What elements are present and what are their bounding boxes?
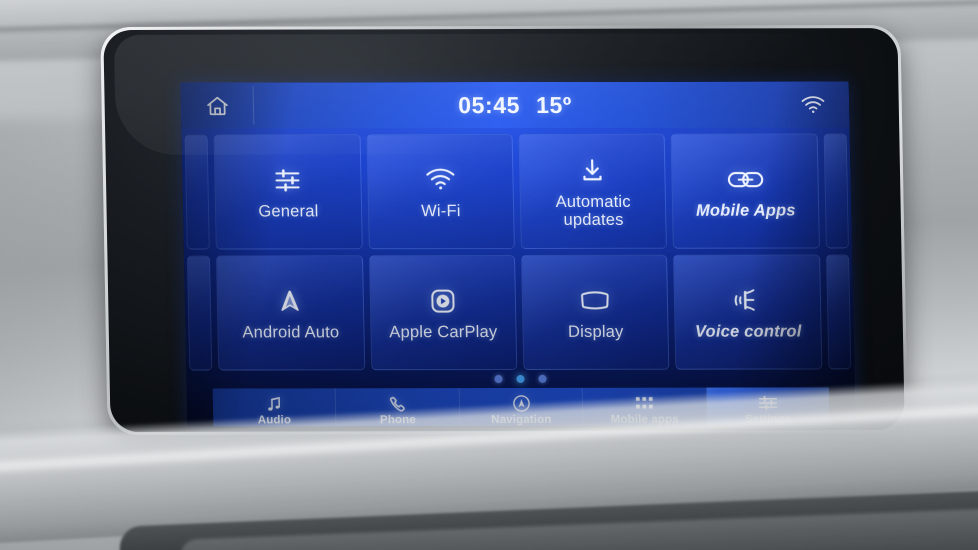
home-button[interactable] — [181, 93, 254, 118]
tile-label-mobile-apps: Mobile Apps — [695, 201, 796, 220]
display-icon — [578, 283, 613, 317]
tile-label-display: Display — [567, 322, 624, 341]
music-note-icon — [265, 394, 283, 413]
tile-column-1: General Android Auto — [211, 134, 368, 371]
wifi-status[interactable] — [777, 94, 849, 114]
tile-apple-carplay[interactable]: Apple CarPlay — [368, 255, 518, 371]
tile-wifi[interactable]: Wi-Fi — [366, 134, 515, 250]
page-indicator — [186, 369, 854, 388]
tile-partial-left-top[interactable] — [184, 134, 210, 250]
wifi-icon — [424, 163, 457, 197]
status-bar-center: 05:45 15º — [253, 91, 778, 119]
tile-label-general: General — [258, 201, 319, 221]
page-dot-3[interactable] — [538, 374, 547, 383]
page-dot-2[interactable] — [516, 374, 525, 383]
tile-automatic-updates[interactable]: Automatic updates — [518, 133, 668, 249]
tile-android-auto[interactable]: Android Auto — [216, 255, 365, 371]
download-icon — [578, 154, 607, 188]
tile-general[interactable]: General — [213, 134, 363, 250]
sliders-icon — [272, 163, 303, 197]
clock: 05:45 — [457, 91, 521, 118]
tile-partial-right-top[interactable] — [823, 133, 849, 249]
tile-label-android-auto: Android Auto — [242, 322, 340, 342]
tile-column-4: Mobile Apps Voice control — [668, 133, 825, 370]
tile-partial-left-bottom[interactable] — [186, 255, 213, 371]
tile-partial-right-bottom[interactable] — [825, 254, 852, 370]
carplay-icon — [428, 284, 457, 318]
tile-label-automatic-updates: Automatic updates — [555, 192, 631, 229]
tile-label-apple-carplay: Apple CarPlay — [389, 322, 498, 341]
tile-column-partial-right[interactable] — [821, 133, 855, 370]
tile-label-voice-control: Voice control — [694, 322, 802, 341]
temperature: 15º — [535, 91, 573, 118]
tile-column-2: Wi-Fi Apple CarPlay — [363, 134, 520, 371]
tile-display[interactable]: Display — [521, 254, 670, 370]
car-dashboard-scene: 05:45 15º General Android Auto Wi-Fi App… — [0, 0, 978, 550]
home-icon — [204, 93, 230, 118]
link-icon — [726, 162, 765, 196]
page-dot-1[interactable] — [494, 375, 503, 384]
tile-mobile-apps[interactable]: Mobile Apps — [671, 133, 820, 249]
wifi-icon — [800, 94, 826, 114]
tile-label-wifi: Wi-Fi — [420, 201, 461, 220]
android-auto-icon — [275, 284, 306, 318]
tile-column-partial-left[interactable] — [182, 134, 216, 371]
tile-column-3: Automatic updates Display — [516, 133, 673, 370]
settings-tile-grid: General Android Auto Wi-Fi Apple CarPlay… — [181, 127, 855, 371]
voice-icon — [731, 283, 764, 317]
status-bar: 05:45 15º — [180, 81, 850, 129]
tile-voice-control[interactable]: Voice control — [673, 254, 823, 370]
infotainment-display[interactable]: 05:45 15º General Android Auto Wi-Fi App… — [180, 81, 856, 427]
